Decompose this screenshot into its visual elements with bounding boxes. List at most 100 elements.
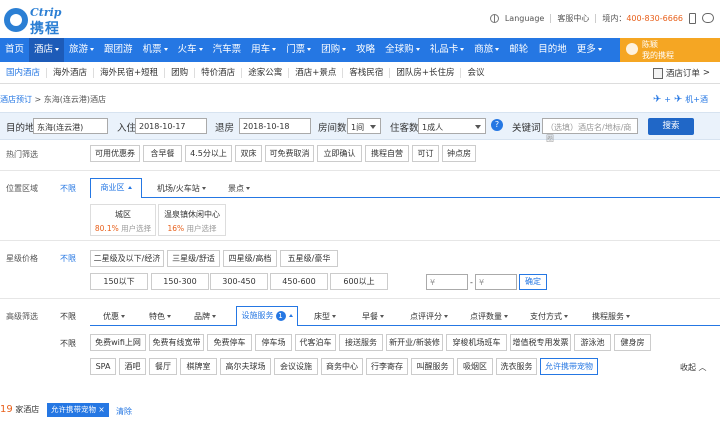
facility-chip[interactable]: 免费有线宽带 (149, 334, 204, 351)
facility-chip[interactable]: 会议设施 (274, 358, 318, 375)
advanced-tab-4[interactable]: 床型 (314, 311, 336, 322)
guests-select[interactable]: 1成人 (418, 118, 486, 134)
language-link[interactable]: Language (505, 14, 544, 23)
subnav-item-0[interactable]: 国内酒店 (0, 67, 48, 78)
service-center-link[interactable]: 客服中心 (557, 13, 589, 24)
nav-item-4[interactable]: 机票 (138, 38, 173, 62)
facility-chip[interactable]: 健身房 (614, 334, 651, 351)
facility-chip[interactable]: 叫醒服务 (411, 358, 454, 375)
help-icon[interactable]: ? (491, 119, 503, 131)
hot-filter-chip[interactable]: 可免费取消 (265, 145, 314, 162)
star-level-chip[interactable]: 二星级及以下/经济 (90, 250, 164, 267)
checkout-date-input[interactable]: 2018-10-18 (239, 118, 311, 134)
tab-attractions[interactable]: 景点 (228, 183, 250, 194)
advanced-tab-8[interactable]: 支付方式 (530, 311, 568, 322)
nav-item-12[interactable]: 礼品卡 (425, 38, 470, 62)
star-level-chip[interactable]: 五星级/豪华 (280, 250, 338, 267)
subnav-item-3[interactable]: 团购 (165, 67, 196, 78)
advanced-tab-5[interactable]: 早餐 (362, 311, 384, 322)
advanced-tab-1[interactable]: 特色 (149, 311, 171, 322)
checkin-date-input[interactable]: 2018-10-17 (135, 118, 207, 134)
keyword-input[interactable]: （选填）酒店名/地标/商圈 (542, 118, 638, 143)
facility-chip[interactable]: 接送服务 (339, 334, 383, 351)
nav-item-10[interactable]: 攻略 (351, 38, 380, 62)
advanced-tab-0[interactable]: 优惠 (103, 311, 125, 322)
rooms-select[interactable]: 1间 (347, 118, 381, 134)
selected-filter-tag[interactable]: 允许携带宠物 × (47, 403, 109, 417)
nav-item-6[interactable]: 汽车票 (208, 38, 247, 62)
nav-item-8[interactable]: 门票 (281, 38, 316, 62)
nav-item-2[interactable]: 旅游 (64, 38, 99, 62)
facility-chip[interactable]: 免费停车 (207, 334, 252, 351)
location-all-option[interactable]: 不限 (60, 183, 76, 194)
user-account-box[interactable]: 陈颖 我的携程 (620, 38, 720, 62)
price-range-chip[interactable]: 150以下 (90, 273, 148, 290)
facilities-all-option[interactable]: 不限 (60, 338, 76, 349)
price-confirm-button[interactable]: 确定 (519, 274, 547, 290)
nav-item-5[interactable]: 火车 (173, 38, 208, 62)
facility-chip[interactable]: 餐厅 (149, 358, 177, 375)
facility-chip[interactable]: 免费wifi上网 (90, 334, 146, 351)
subnav-item-1[interactable]: 海外酒店 (47, 67, 95, 78)
nav-item-16[interactable]: 更多 (572, 38, 607, 62)
my-ctrip-link[interactable]: 我的携程 (642, 50, 720, 61)
subnav-item-9[interactable]: 会议 (461, 68, 490, 78)
facility-chip[interactable]: 商务中心 (321, 358, 363, 375)
clear-filters-link[interactable]: 清除 (116, 406, 132, 417)
hot-filter-chip[interactable]: 携程自营 (365, 145, 409, 162)
nav-item-13[interactable]: 商旅 (469, 38, 504, 62)
advanced-tab-7[interactable]: 点评数量 (470, 311, 508, 322)
nav-item-15[interactable]: 目的地 (533, 38, 572, 62)
collapse-toggle[interactable]: 收起 ︿ (680, 362, 707, 373)
facility-chip[interactable]: 酒吧 (119, 358, 146, 375)
facility-chip[interactable]: 停车场 (255, 334, 292, 351)
hot-filter-chip[interactable]: 双床 (235, 145, 262, 162)
star-level-chip[interactable]: 三星级/舒适 (167, 250, 220, 267)
nav-item-3[interactable]: 跟团游 (99, 38, 138, 62)
hot-filter-chip[interactable]: 含早餐 (143, 145, 182, 162)
star-level-chip[interactable]: 四星级/高档 (223, 250, 277, 267)
hot-filter-chip[interactable]: 钟点房 (442, 145, 476, 162)
star-all-option[interactable]: 不限 (60, 253, 76, 264)
price-range-chip[interactable]: 450-600 (270, 273, 328, 290)
facility-chip[interactable]: 高尔夫球场 (220, 358, 271, 375)
subnav-item-4[interactable]: 特价酒店 (195, 67, 243, 78)
destination-input[interactable]: 东海(连云港) (33, 118, 108, 134)
facility-chip[interactable]: SPA (90, 358, 116, 375)
price-range-chip[interactable]: 300-450 (210, 273, 268, 290)
facility-chip[interactable]: 允许携带宠物 (540, 358, 598, 375)
tab-airport-station[interactable]: 机场/火车站 (157, 183, 206, 194)
max-price-input[interactable]: ¥ (475, 274, 517, 290)
min-price-input[interactable]: ¥ (426, 274, 468, 290)
wechat-icon[interactable] (702, 13, 714, 23)
hotel-orders-button[interactable]: 酒店订单 > (652, 67, 710, 79)
facility-chip[interactable]: 吸烟区 (457, 358, 493, 375)
facility-chip[interactable]: 行李寄存 (366, 358, 408, 375)
nav-item-14[interactable]: 邮轮 (504, 38, 533, 62)
ctrip-logo[interactable]: Ctrip 携程 (4, 6, 90, 37)
search-button[interactable]: 搜索 (648, 118, 694, 135)
facility-chip[interactable]: 增值税专用发票 (510, 334, 571, 351)
facility-chip[interactable]: 游泳池 (574, 334, 611, 351)
hot-filter-chip[interactable]: 可订 (412, 145, 439, 162)
advanced-tab-6[interactable]: 点评评分 (410, 311, 448, 322)
hot-filter-chip[interactable]: 立即确认 (317, 145, 362, 162)
hot-filter-chip[interactable]: 4.5分以上 (185, 145, 232, 162)
advanced-tab-9[interactable]: 携程服务 (592, 311, 630, 322)
price-range-chip[interactable]: 600以上 (330, 273, 388, 290)
facility-chip[interactable]: 代客泊车 (295, 334, 336, 351)
advanced-tab-2[interactable]: 品牌 (194, 311, 216, 322)
facility-chip[interactable]: 新开业/新装修 (386, 334, 443, 351)
subnav-item-5[interactable]: 途家公寓 (242, 67, 290, 78)
advanced-all-option[interactable]: 不限 (60, 311, 76, 322)
subnav-item-8[interactable]: 团队房+长住房 (390, 67, 462, 78)
facility-chip[interactable]: 穿梭机场班车 (446, 334, 507, 351)
tab-facilities[interactable]: 设施服务 1 (236, 306, 298, 326)
subnav-item-6[interactable]: 酒店+景点 (289, 67, 344, 78)
district-option[interactable]: 温泉镇休闲中心 16% 用户选择 (158, 204, 226, 236)
subnav-item-2[interactable]: 海外民宿+短租 (94, 67, 166, 78)
district-option[interactable]: 城区 80.1% 用户选择 (90, 204, 156, 236)
nav-item-7[interactable]: 用车 (246, 38, 281, 62)
hot-filter-chip[interactable]: 可用优惠券 (90, 145, 140, 162)
nav-item-0[interactable]: 首页 (0, 38, 29, 62)
